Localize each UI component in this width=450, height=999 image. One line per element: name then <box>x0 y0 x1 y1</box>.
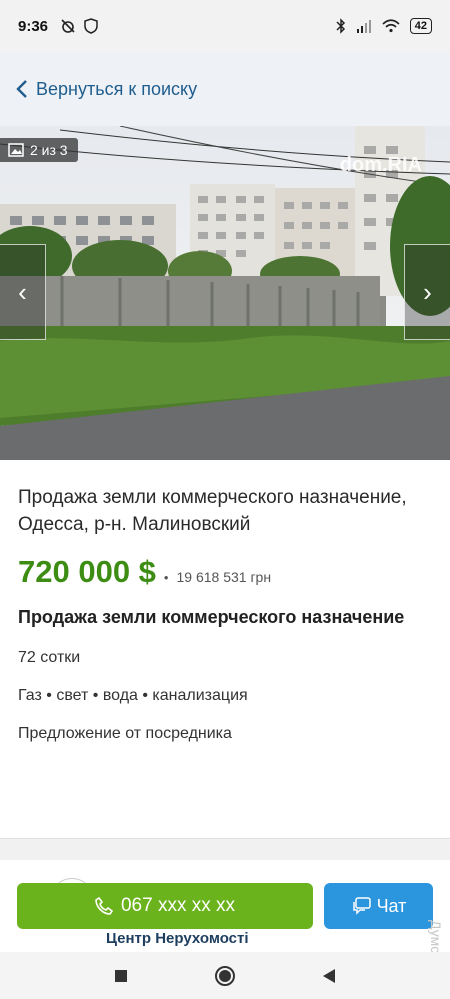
listing-subtitle: Продажа земли коммерческого назначение <box>18 607 405 627</box>
wifi-icon <box>382 19 400 33</box>
shield-icon <box>84 18 98 34</box>
status-time: 9:36 <box>18 17 49 35</box>
next-photo-button[interactable]: › <box>404 244 450 340</box>
photo-counter-label: 2 из 3 <box>30 142 68 158</box>
call-button[interactable]: 067 xxx xx xx <box>17 883 313 929</box>
listing-title: Продажа земли коммерческого назначение, … <box>18 487 407 535</box>
recent-apps-button[interactable] <box>109 964 133 988</box>
price-uah: 19 618 531 грн <box>176 569 272 585</box>
seller-name[interactable]: Центр Нерухомості <box>106 930 249 947</box>
price-usd: 720 000 $ <box>18 554 156 589</box>
topbar: Вернуться к поиску <box>0 52 450 126</box>
alarm-off-icon <box>61 19 75 33</box>
back-to-search-link[interactable]: Вернуться к поиску <box>16 79 197 100</box>
image-icon <box>8 143 24 157</box>
listing-offer-type: Предложение от посредника <box>18 725 232 742</box>
system-navigation-bar <box>0 952 450 999</box>
photo-watermark: dom.RIA <box>339 154 422 176</box>
listing-details: Продажа земли коммерческого назначение, … <box>0 460 450 840</box>
photo-gallery[interactable]: 2 из 3 dom.RIA ‹ › <box>0 126 450 460</box>
chat-button-label: Чат <box>376 895 407 916</box>
status-system-icons: 42 <box>336 18 432 34</box>
price-separator: • <box>163 570 169 585</box>
listing-area: 72 сотки <box>18 649 81 666</box>
back-button[interactable] <box>317 964 341 988</box>
call-button-label: 067 xxx xx xx <box>120 895 236 916</box>
battery-indicator: 42 <box>409 18 432 34</box>
chevron-left-icon: ‹ <box>18 276 27 307</box>
chat-button[interactable]: Чат <box>324 883 433 929</box>
triangle-back-icon <box>323 968 335 983</box>
status-bar: 9:36 42 <box>0 0 450 52</box>
signal-icon <box>356 20 371 33</box>
chevron-right-icon: › <box>423 276 432 307</box>
chat-icon <box>352 897 371 915</box>
back-to-search-label: Вернуться к поиску <box>36 78 198 99</box>
listing-utilities: Газ • свет • вода • канализация <box>18 687 248 704</box>
home-button[interactable] <box>213 964 237 988</box>
price-row: 720 000 $ • 19 618 531 грн <box>18 554 432 590</box>
section-divider <box>0 838 450 860</box>
previous-photo-button[interactable]: ‹ <box>0 244 46 340</box>
square-icon <box>115 969 127 982</box>
status-notification-icons <box>60 18 98 34</box>
bluetooth-icon <box>336 18 345 34</box>
photo-counter: 2 из 3 <box>0 138 78 162</box>
phone-icon <box>95 897 113 915</box>
chevron-left-icon <box>16 80 27 98</box>
circle-icon <box>215 965 235 986</box>
